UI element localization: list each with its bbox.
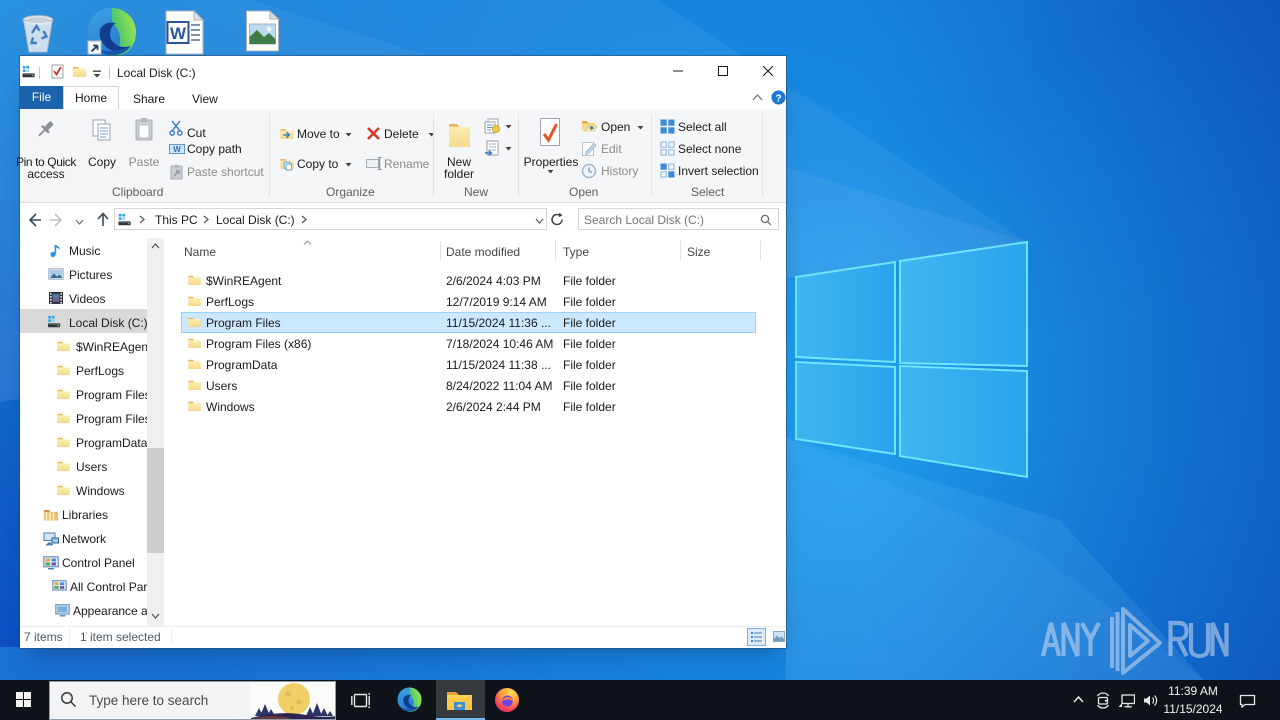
svg-text:?: ? <box>775 93 781 104</box>
svg-text:W: W <box>170 24 187 43</box>
svg-text:W: W <box>173 145 181 154</box>
